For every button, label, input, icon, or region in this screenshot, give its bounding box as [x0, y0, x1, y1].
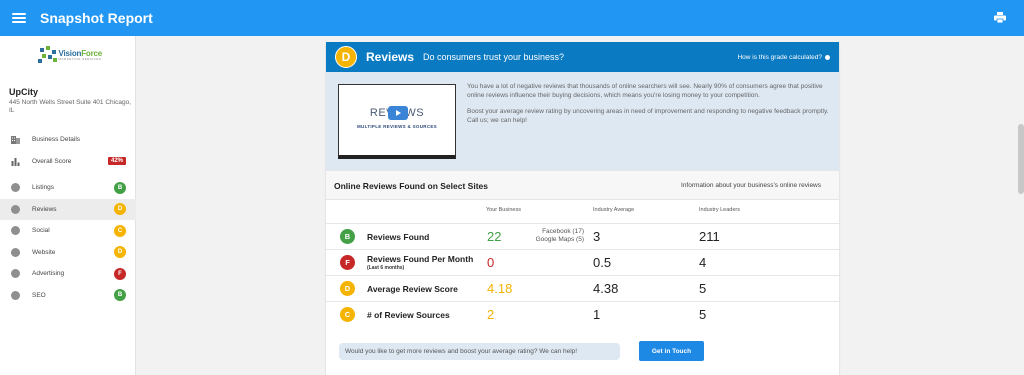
sidebar: VisionForce MARKETING SERVICES UpCity 44…	[0, 36, 136, 375]
company-logo: VisionForce MARKETING SERVICES	[38, 44, 102, 66]
sidebar-item-label: Social	[32, 227, 50, 235]
industry-leaders-value: 4	[699, 255, 707, 270]
row-label: # of Review Sources	[367, 310, 450, 320]
industry-average-value: 1	[593, 307, 601, 322]
industry-average-value: 4.38	[593, 281, 619, 296]
get-in-touch-button[interactable]: Get in Touch	[639, 341, 704, 361]
column-header-industry-leaders: Industry Leaders	[699, 207, 740, 213]
section-title: Online Reviews Found on Select Sites	[334, 181, 488, 191]
column-header-your-business: Your Business	[486, 207, 521, 213]
logo-tagline: MARKETING SERVICES	[58, 56, 102, 61]
logo-mark-icon	[38, 46, 57, 64]
listings-icon	[11, 183, 20, 193]
print-icon[interactable]	[994, 12, 1006, 23]
sidebar-nav: Business Details Overall Score 42% Listi…	[0, 129, 136, 306]
grade-badge: B	[114, 181, 126, 194]
card-question: Do consumers trust your business?	[423, 52, 565, 62]
globe-icon	[11, 247, 20, 257]
your-business-value: 2	[487, 307, 495, 322]
scrollbar-thumb[interactable]	[1018, 124, 1024, 194]
your-business-value: 0	[487, 255, 495, 270]
video-subtitle: MULTIPLE REVIEWS & SOURCES	[357, 124, 437, 129]
sidebar-item-label: Listings	[32, 184, 55, 192]
hamburger-menu-icon[interactable]	[12, 13, 26, 23]
app-title: Snapshot Report	[40, 10, 153, 26]
review-source: Facebook (17)	[542, 228, 584, 235]
sidebar-item-label: Overall Score	[32, 157, 72, 165]
sidebar-item-label: Advertising	[32, 270, 65, 278]
column-header-industry-average: Industry Average	[593, 207, 635, 213]
sidebar-item-listings[interactable]: Listings B	[0, 177, 136, 199]
megaphone-icon	[11, 269, 20, 279]
overall-score-badge: 42%	[107, 157, 126, 166]
grade-calculation-label: How is this grade calculated?	[737, 53, 822, 61]
sidebar-item-website[interactable]: Website D	[0, 242, 136, 264]
row-grade-badge: C	[340, 307, 355, 322]
top-app-bar: Snapshot Report	[0, 0, 1024, 36]
table-row: B Reviews Found 22 Facebook (17) Google …	[326, 223, 839, 249]
reviews-table: B Reviews Found 22 Facebook (17) Google …	[326, 223, 839, 327]
social-icon	[11, 226, 20, 236]
row-label: Reviews Found	[367, 232, 430, 242]
grade-badge: B	[114, 289, 126, 302]
bar-chart-icon	[11, 157, 20, 166]
your-business-value: 22	[487, 229, 502, 244]
review-source: Google Maps (5)	[535, 236, 584, 243]
your-business-value: 4.18	[487, 281, 513, 296]
card-title: Reviews	[366, 50, 415, 64]
sidebar-item-label: Business Details	[32, 136, 81, 144]
reviews-card: D Reviews Do consumers trust your busine…	[326, 42, 839, 375]
table-row: F Reviews Found Per Month (Last 6 months…	[326, 249, 839, 275]
row-sublabel: (Last 6 months)	[367, 265, 405, 271]
row-grade-badge: F	[340, 255, 355, 270]
star-icon	[11, 204, 20, 214]
grade-badge: D	[114, 203, 126, 216]
row-grade-badge: D	[340, 281, 355, 296]
sidebar-item-label: Website	[32, 248, 56, 256]
sidebar-item-overall-score[interactable]: Overall Score 42%	[0, 151, 136, 173]
intro-paragraph: Boost your average review rating by unco…	[467, 108, 829, 124]
play-icon[interactable]	[388, 106, 408, 120]
sidebar-item-reviews[interactable]: Reviews D	[0, 198, 136, 220]
grade-badge: C	[114, 224, 126, 237]
industry-average-value: 3	[593, 229, 601, 244]
table-row: C # of Review Sources 2 1 5	[326, 301, 839, 327]
grade-badge: F	[114, 267, 126, 280]
grade-badge: D	[114, 246, 126, 259]
reviews-grade-badge: D	[335, 46, 357, 68]
intro-panel: REVIEWS MULTIPLE REVIEWS & SOURCES You h…	[326, 72, 839, 170]
row-grade-badge: B	[340, 229, 355, 244]
industry-leaders-value: 5	[699, 281, 707, 296]
section-info: Information about your business's online…	[681, 182, 821, 189]
sidebar-item-label: Reviews	[32, 205, 57, 213]
grade-calculation-link[interactable]: How is this grade calculated?	[737, 54, 830, 61]
sidebar-item-business-details[interactable]: Business Details	[0, 129, 136, 151]
sidebar-item-social[interactable]: Social C	[0, 220, 136, 242]
cta-message: Would you like to get more reviews and b…	[339, 343, 620, 360]
industry-leaders-value: 5	[699, 307, 707, 322]
table-row: D Average Review Score 4.18 4.38 5	[326, 275, 839, 301]
row-label: Reviews Found Per Month	[367, 254, 474, 264]
industry-leaders-value: 211	[699, 229, 720, 244]
business-address: 445 North Wells Street Suite 401 Chicago…	[9, 99, 132, 114]
sidebar-item-seo[interactable]: SEO B	[0, 285, 136, 307]
video-thumbnail[interactable]: REVIEWS MULTIPLE REVIEWS & SOURCES	[338, 84, 456, 159]
intro-paragraph: You have a lot of negative reviews that …	[467, 83, 823, 99]
info-dot-icon	[825, 54, 830, 60]
sidebar-item-label: SEO	[32, 291, 46, 299]
building-icon	[11, 136, 20, 145]
industry-average-value: 0.5	[593, 255, 612, 270]
card-header: D Reviews Do consumers trust your busine…	[326, 42, 839, 72]
section-header: Online Reviews Found on Select Sites Inf…	[326, 170, 839, 200]
sidebar-item-advertising[interactable]: Advertising F	[0, 263, 136, 285]
business-name: UpCity	[9, 87, 38, 97]
search-icon	[11, 290, 20, 300]
intro-text: You have a lot of negative reviews that …	[467, 83, 829, 125]
scrollbar-track[interactable]	[1018, 36, 1024, 375]
row-label: Average Review Score	[367, 284, 458, 294]
review-sources: Facebook (17) Google Maps (5)	[526, 228, 584, 244]
